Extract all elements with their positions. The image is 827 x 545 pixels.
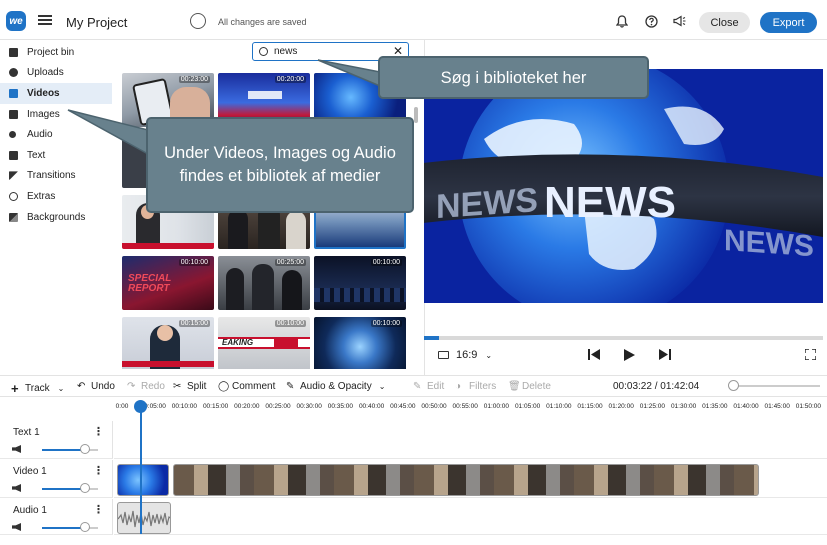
video-clip-news[interactable] [117, 464, 169, 496]
track-lane-video-1[interactable] [114, 460, 827, 498]
ruler-tick-label: 00:20:00 [234, 403, 260, 410]
callout-library-hint: Under Videos, Images og Audio findes et … [146, 117, 414, 213]
redo-label: Redo [141, 381, 165, 392]
volume-fill [42, 488, 84, 490]
undo-icon: ↶ [77, 381, 86, 392]
volume-slider-handle[interactable] [80, 444, 90, 454]
ruler-tick-label: 00:15:00 [202, 403, 229, 410]
audio-opacity-button[interactable]: ✎ Audio & Opacity ⌄ [286, 381, 385, 392]
ruler-tick-label: 01:45:00 [764, 403, 790, 410]
track-header-audio-1: Audio 1 ⋮ [0, 499, 113, 535]
split-label: Split [187, 381, 207, 392]
ruler-tick-label: 01:20:00 [608, 403, 634, 410]
ruler-tick-label: 01:25:00 [639, 403, 666, 410]
delete-button[interactable]: 🗑 Delete [508, 381, 551, 392]
zoom-slider-handle[interactable] [728, 380, 739, 391]
redo-icon: ↷ [127, 381, 136, 392]
ruler-tick-label: 0:00 [115, 403, 129, 410]
volume-icon[interactable] [12, 523, 21, 531]
edit-button[interactable]: ✎ Edit [413, 381, 444, 392]
edit-icon: ✎ [413, 381, 422, 392]
filters-button[interactable]: ◑ Filters [455, 381, 496, 392]
track-header-video-1: Video 1 ⋮ [0, 460, 113, 498]
plus-icon: + [11, 381, 19, 396]
ruler-tick-label: 00:10:00 [171, 403, 198, 410]
ruler-tick-label: 01:15:00 [577, 403, 603, 410]
comment-icon: ◯ [218, 381, 230, 392]
track-options-icon[interactable]: ⋮ [93, 425, 104, 438]
volume-icon[interactable] [12, 484, 21, 492]
undo-button[interactable]: ↶ Undo [77, 381, 115, 392]
track-options-icon[interactable]: ⋮ [93, 464, 104, 477]
audio-waveform [118, 510, 170, 528]
audio-opacity-label: Audio & Opacity [300, 381, 372, 392]
track-name[interactable]: Video 1 [13, 466, 47, 477]
ruler-tick-label: 01:30:00 [670, 403, 697, 410]
pencil-icon: ✎ [286, 381, 295, 392]
ruler-tick-label: 01:40:00 [733, 403, 759, 410]
chevron-down-icon: ⌄ [378, 382, 386, 391]
track-name[interactable]: Text 1 [13, 427, 40, 438]
comment-button[interactable]: ◯ Comment [218, 381, 275, 392]
volume-slider-handle[interactable] [80, 522, 90, 532]
volume-icon[interactable] [12, 445, 21, 453]
track-lane-text-1[interactable] [114, 421, 827, 459]
time-readout: 00:03:22 / 01:42:04 [613, 381, 700, 392]
ruler-tick-label: 00:50:00 [421, 403, 447, 410]
ruler-tick-label: 01:10:00 [546, 403, 572, 410]
ruler-tick-label: 00:25:00 [265, 403, 291, 410]
ruler-tick-label: 01:50:00 [795, 403, 822, 410]
edit-label: Edit [427, 381, 445, 392]
volume-fill [42, 527, 84, 529]
delete-label: Delete [522, 381, 551, 392]
undo-label: Undo [91, 381, 115, 392]
playhead-handle[interactable] [134, 400, 147, 413]
ruler-tick-label: 00:45:00 [390, 403, 416, 410]
track-header-text-1: Text 1 ⋮ [0, 421, 113, 459]
add-track-button[interactable]: + Track ⌄ [11, 381, 64, 396]
chevron-down-icon: ⌄ [57, 384, 65, 393]
filters-icon: ◑ [455, 381, 462, 392]
timeline-zoom-slider[interactable] [730, 385, 820, 387]
track-name[interactable]: Audio 1 [13, 505, 47, 516]
callout-search-hint: Søg i biblioteket her [378, 56, 649, 99]
track-options-icon[interactable]: ⋮ [93, 503, 104, 516]
ruler-tick-label: 01:35:00 [702, 403, 728, 410]
add-track-label: Track [25, 383, 50, 394]
trash-icon: 🗑 [508, 381, 521, 392]
volume-fill [42, 449, 84, 451]
filters-label: Filters [469, 381, 497, 392]
video-clip-main[interactable] [173, 464, 759, 496]
volume-slider-handle[interactable] [80, 483, 90, 493]
playhead-line [140, 410, 142, 534]
timeline-ruler[interactable]: 0:00 00:05:00 00:10:00 00:15:00 00:20:00 00:2… [115, 398, 827, 416]
ruler-tick-label: 00:35:00 [327, 403, 354, 410]
audio-clip[interactable] [117, 502, 171, 534]
ruler-tick-label: 00:55:00 [452, 403, 478, 410]
split-button[interactable]: ✂ Split [173, 381, 206, 392]
ruler-tick-label: 01:00:00 [483, 403, 510, 410]
ruler-tick-label: 00:30:00 [296, 403, 322, 410]
ruler-tick-label: 00:40:00 [358, 403, 385, 410]
comment-label: Comment [232, 381, 276, 392]
timeline-toolbar: + Track ⌄ ↶ Undo ↷ Redo ✂ Split ◯ Commen… [0, 375, 827, 397]
track-lane-audio-1[interactable] [114, 499, 827, 535]
ruler-tick-label: 01:05:00 [514, 403, 541, 410]
scissors-icon: ✂ [173, 381, 182, 392]
redo-button[interactable]: ↷ Redo [127, 381, 165, 392]
